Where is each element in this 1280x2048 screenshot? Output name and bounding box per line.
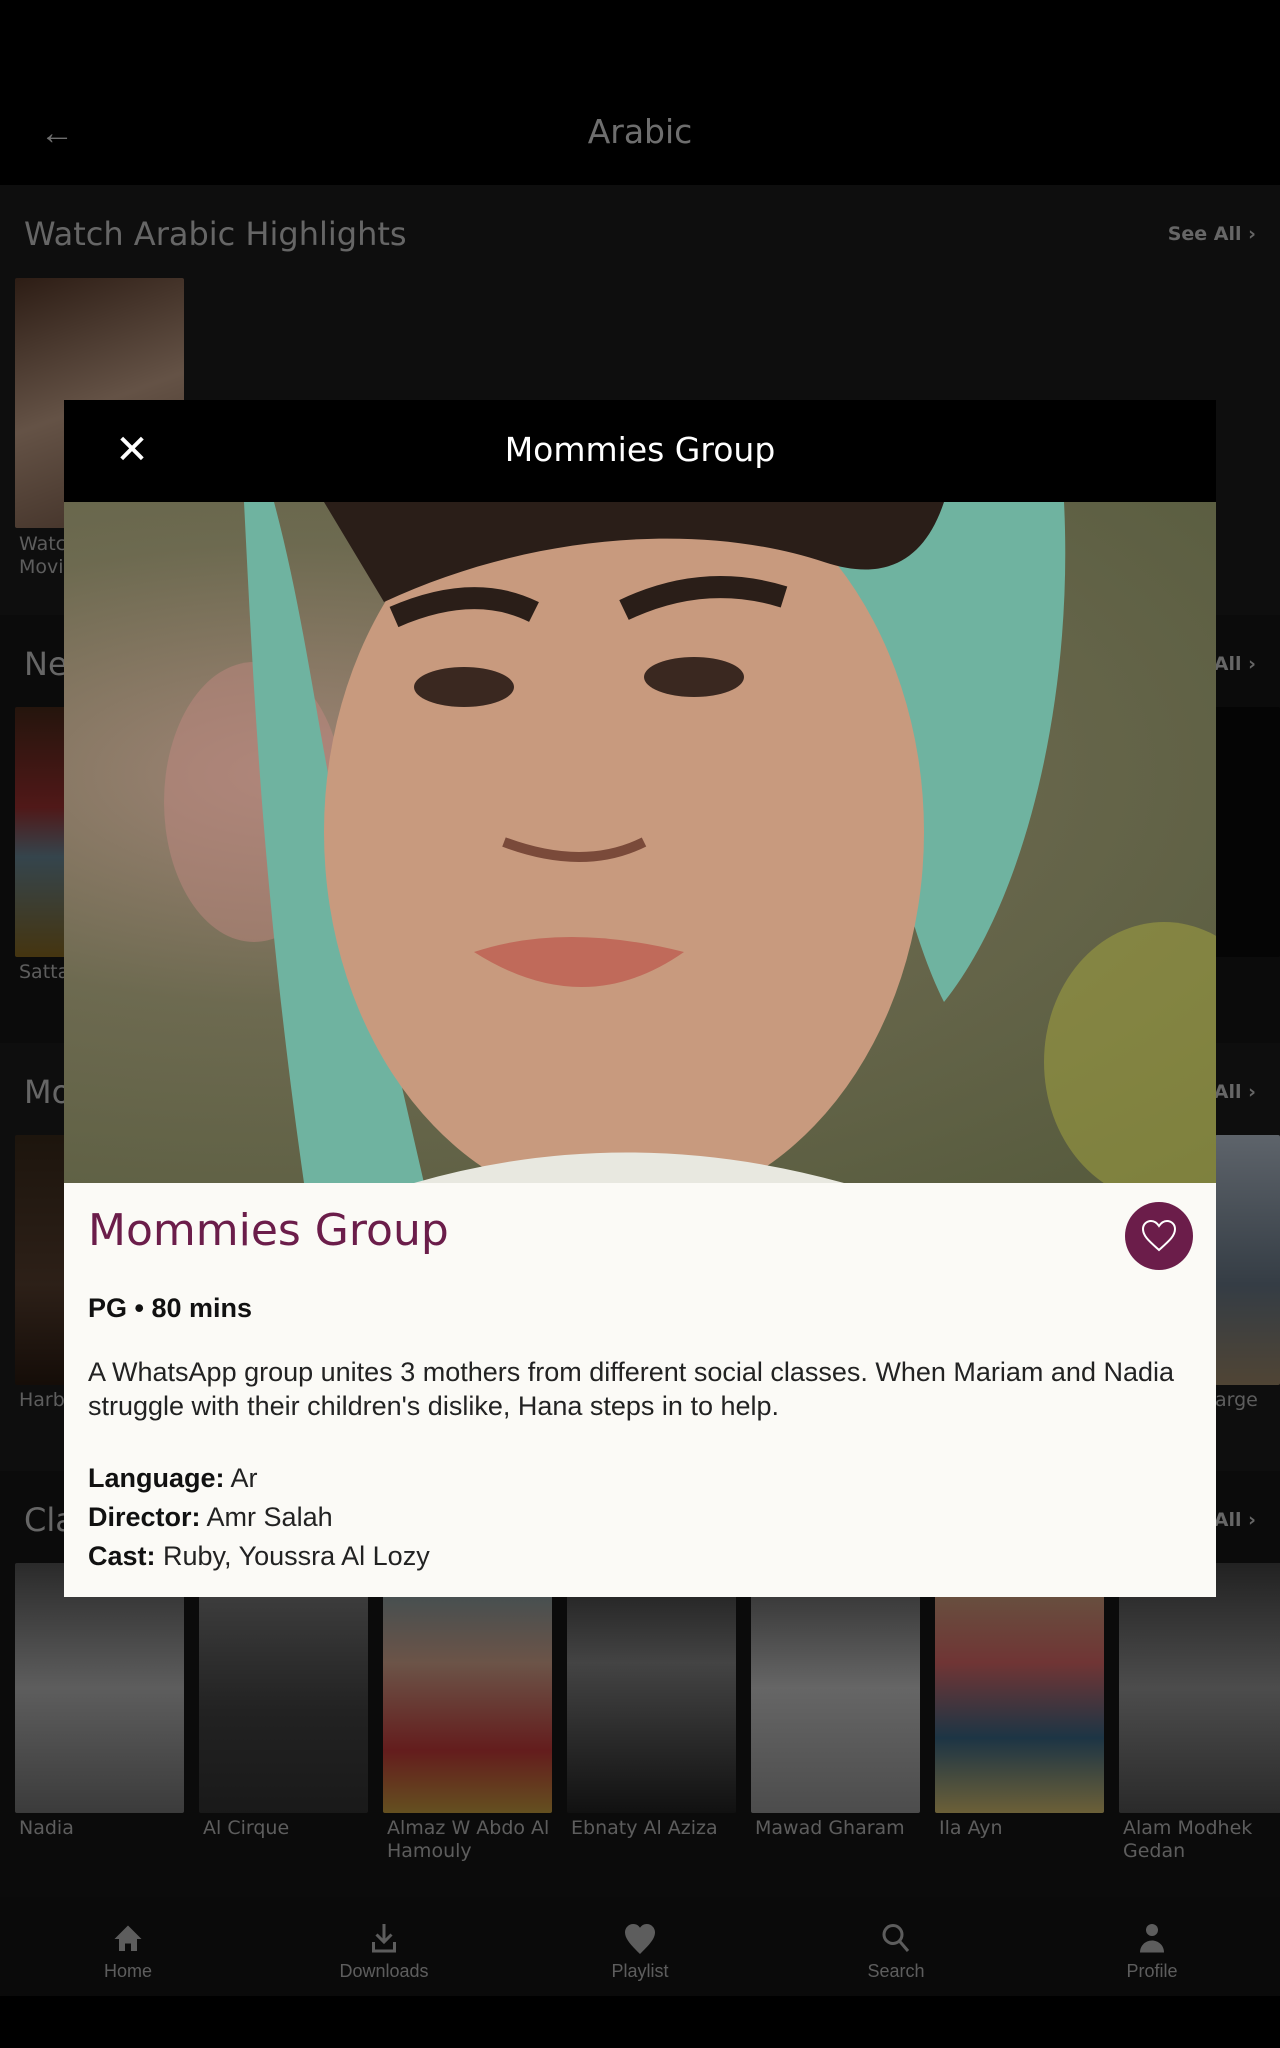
heart-outline-icon xyxy=(1141,1219,1177,1252)
language-row: Language: Ar xyxy=(88,1463,258,1494)
director-label: Director: xyxy=(88,1502,201,1532)
poster-artwork xyxy=(164,502,1216,1183)
rating-duration: PG • 80 mins xyxy=(88,1293,253,1323)
director-value: Amr Salah xyxy=(206,1502,333,1532)
language-label: Language: xyxy=(88,1463,225,1493)
director-row: Director: Amr Salah xyxy=(88,1502,333,1533)
movie-detail-modal: ✕ Mommies Group Mommies Group PG • 80 mi… xyxy=(64,400,1216,1597)
modal-title: Mommies Group xyxy=(504,430,776,469)
movie-poster-image xyxy=(64,502,1216,1183)
cast-label: Cast: xyxy=(88,1541,156,1571)
modal-header: ✕ Mommies Group xyxy=(64,400,1216,502)
language-value: Ar xyxy=(230,1463,258,1493)
favorite-button[interactable] xyxy=(1125,1202,1193,1270)
movie-description: A WhatsApp group unites 3 mothers from d… xyxy=(88,1357,1175,1421)
cast-value: Ruby, Youssra Al Lozy xyxy=(163,1541,430,1571)
cast-row: Cast: Ruby, Youssra Al Lozy xyxy=(88,1541,430,1572)
movie-title: Mommies Group xyxy=(88,1205,449,1256)
modal-details: Mommies Group PG • 80 mins A WhatsApp gr… xyxy=(64,1183,1216,1597)
